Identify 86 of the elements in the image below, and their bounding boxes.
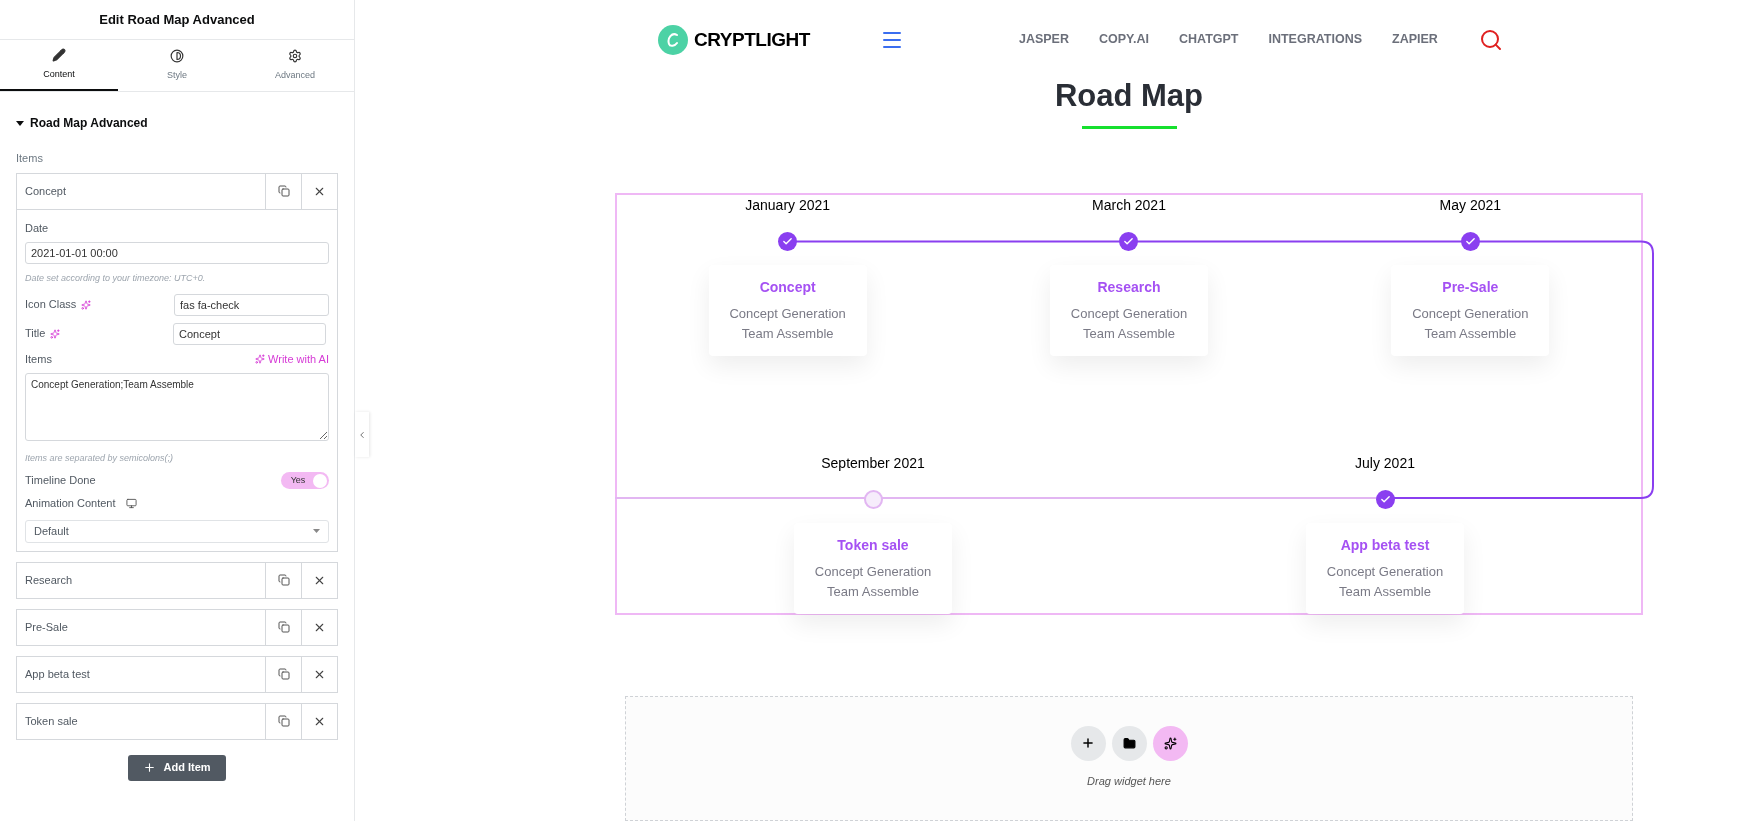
widget-drop-zone[interactable]: Drag widget here xyxy=(625,695,1633,821)
milestone-detail: Team Assemble xyxy=(1424,325,1517,344)
milestone-detail: Team Assemble xyxy=(827,583,919,602)
panel-tab[interactable]: Style xyxy=(118,40,236,91)
repeater-item-title: App beta test xyxy=(24,666,91,682)
write-with-ai-link[interactable]: Write with AI xyxy=(255,350,329,367)
contrast-icon xyxy=(170,48,184,63)
dropdown-caret-icon xyxy=(313,529,320,533)
desktop-icon xyxy=(125,497,137,509)
milestone-detail: Team Assemble xyxy=(741,325,834,344)
sparkle-icon xyxy=(81,299,92,310)
milestone-date: May 2021 xyxy=(1439,195,1502,215)
field-note: Items are separated by semicolons(;) xyxy=(25,451,175,465)
milestone-detail: Concept Generation xyxy=(814,562,932,581)
field-note: Date set according to your timezone: UTC+0. xyxy=(25,272,207,285)
field-label: Date xyxy=(25,220,50,236)
milestone-title: Pre-Sale xyxy=(1442,277,1499,297)
panel-tab[interactable]: Advanced xyxy=(236,40,354,91)
nav-link[interactable]: INTEGRATIONS xyxy=(1268,30,1362,50)
drop-zone-hint: Drag widget here xyxy=(1087,773,1171,789)
logo-text: CRYPTLIGHT xyxy=(694,27,810,52)
copy-icon xyxy=(277,715,290,727)
sparkle-icon xyxy=(255,353,266,364)
field-label: Items xyxy=(25,351,52,367)
repeater-item-header[interactable]: Concept xyxy=(16,172,338,210)
milestone-date: March 2021 xyxy=(1092,195,1166,215)
milestone-title: Token sale xyxy=(837,535,909,555)
milestone-detail: Concept Generation xyxy=(729,304,846,323)
search-icon[interactable] xyxy=(1479,27,1503,52)
items-textarea[interactable]: Concept Generation;Team Assemble xyxy=(25,373,329,441)
field-label: Animation Content xyxy=(25,496,116,511)
milestone-detail: Team Assemble xyxy=(1339,583,1431,602)
icon-class-field[interactable]: fas fa-check xyxy=(174,293,329,316)
add-item-button[interactable]: Add Item xyxy=(128,754,226,781)
milestone-date: January 2021 xyxy=(745,195,831,215)
panel-title: Edit Road Map Advanced xyxy=(99,10,255,29)
milestone-title: Concept xyxy=(759,277,816,297)
plus-icon xyxy=(143,761,157,774)
timeline-done-toggle[interactable]: Yes xyxy=(281,472,329,489)
nav-link[interactable]: CHATGPT xyxy=(1179,30,1239,50)
panel-tab[interactable]: Content xyxy=(0,40,118,91)
copy-icon xyxy=(277,574,290,586)
section-heading: Road Map xyxy=(1054,79,1204,111)
settings-icon xyxy=(288,48,302,63)
nav-link[interactable]: ZAPIER xyxy=(1392,30,1438,50)
copy-icon xyxy=(277,668,290,680)
field-label: Icon Class xyxy=(25,297,77,313)
title-field[interactable]: Concept xyxy=(173,322,326,345)
repeater-item-header[interactable]: App beta test xyxy=(16,655,338,693)
milestone-detail: Team Assemble xyxy=(1083,325,1175,344)
field-label: Timeline Done xyxy=(25,473,96,489)
logo-icon xyxy=(658,24,688,55)
nav-link[interactable]: JASPER xyxy=(1018,30,1069,50)
repeater-item-title: Pre-Sale xyxy=(24,619,69,635)
add-section-button[interactable] xyxy=(1070,725,1106,761)
section-toggle[interactable]: Road Map Advanced xyxy=(16,114,148,132)
repeater-item-header[interactable]: Pre-Sale xyxy=(16,608,338,646)
animation-select[interactable]: Default xyxy=(25,519,329,543)
milestone-detail: Concept Generation xyxy=(1412,304,1529,323)
repeater-item-header[interactable]: Research xyxy=(16,561,338,599)
milestone-date: September 2021 xyxy=(821,453,925,473)
repeater-item-title: Research xyxy=(24,572,74,588)
caret-icon xyxy=(16,120,24,126)
items-label: Items xyxy=(16,151,44,166)
repeater-item-title: Token sale xyxy=(24,713,79,729)
template-library-button[interactable] xyxy=(1111,725,1147,761)
collapse-panel-handle[interactable] xyxy=(355,412,369,457)
milestone-date: July 2021 xyxy=(1355,453,1415,473)
chevron-left-icon xyxy=(357,429,367,440)
milestone-detail: Concept Generation xyxy=(1070,304,1188,323)
sparkle-icon xyxy=(1163,736,1177,750)
repeater-item-header[interactable]: Token sale xyxy=(16,702,338,740)
milestone-title: Research xyxy=(1097,277,1161,297)
plus-icon xyxy=(1081,736,1095,751)
copy-icon xyxy=(277,621,290,633)
pencil-icon xyxy=(52,47,66,62)
repeater-item-title: Concept xyxy=(24,183,67,199)
nav-link[interactable]: COPY.AI xyxy=(1098,30,1149,50)
folder-icon xyxy=(1122,736,1136,750)
milestone-title: App beta test xyxy=(1340,535,1430,555)
copy-icon xyxy=(277,185,290,197)
field-label: Title xyxy=(25,326,46,342)
sparkle-icon xyxy=(50,328,61,339)
ai-generate-button[interactable] xyxy=(1152,725,1188,761)
milestone-detail: Concept Generation xyxy=(1326,562,1444,581)
date-field[interactable]: 2021-01-01 00:00 xyxy=(25,242,329,264)
